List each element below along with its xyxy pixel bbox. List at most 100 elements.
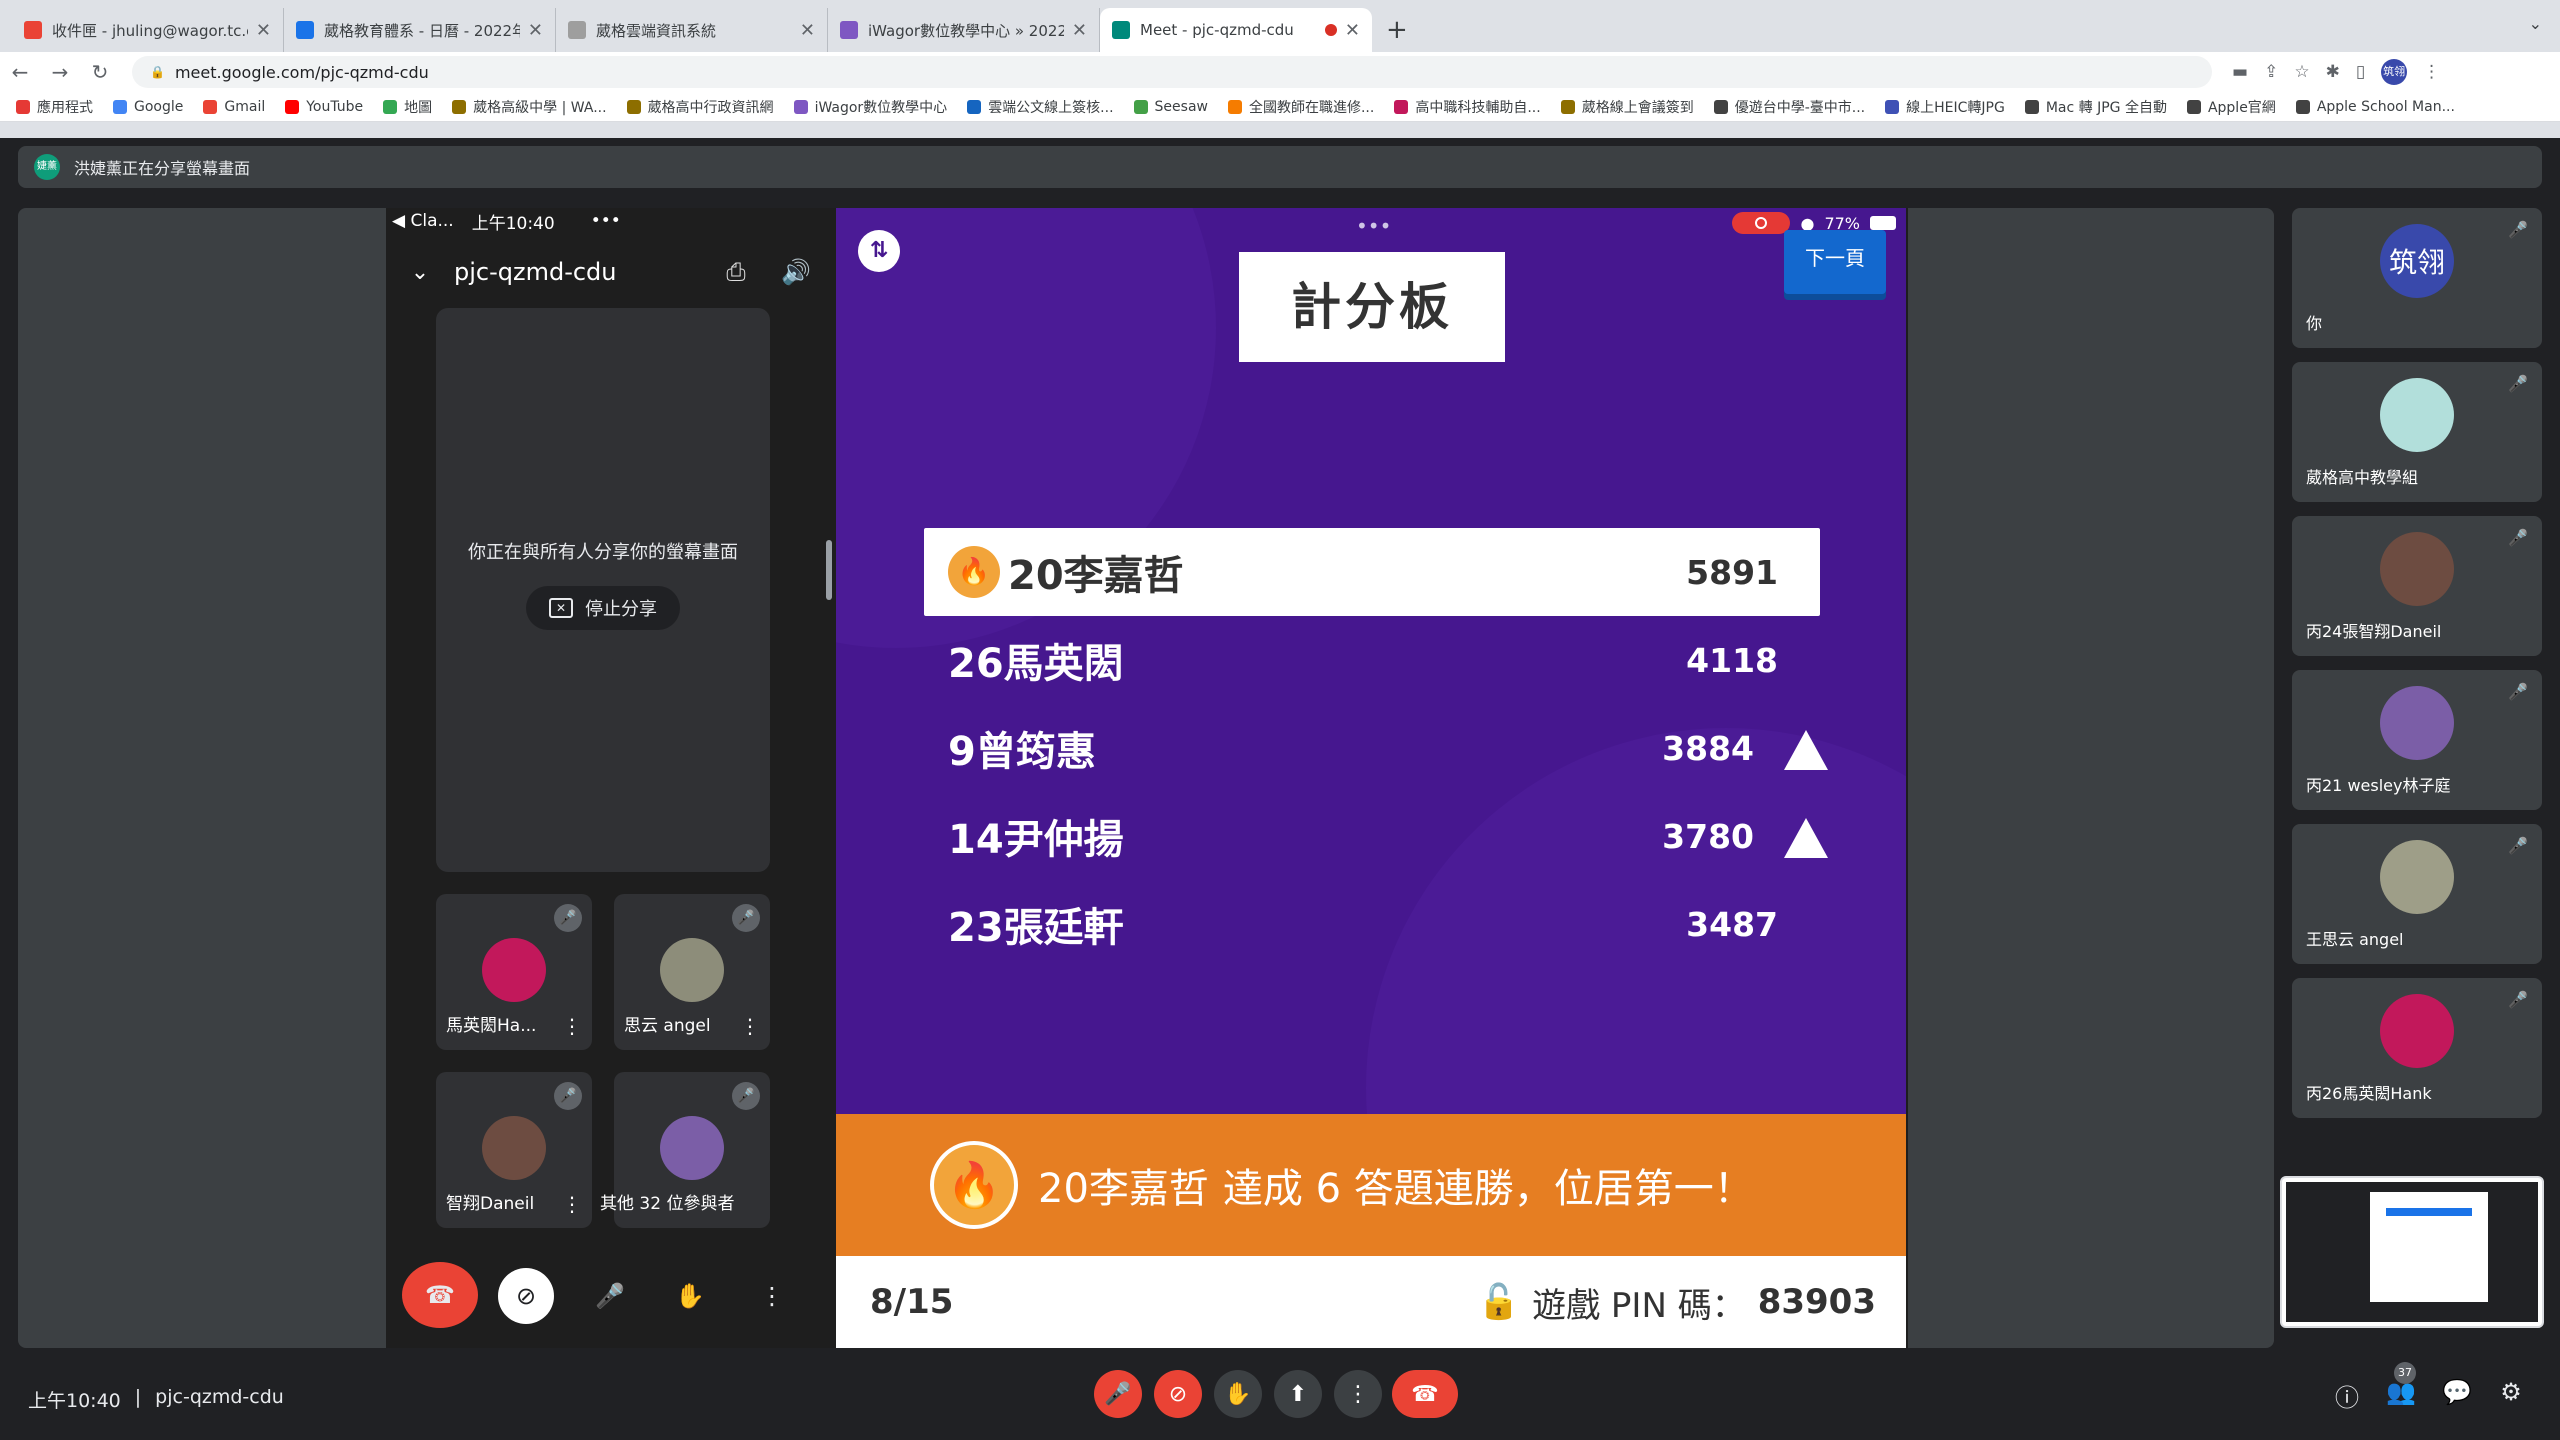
raise-hand-button[interactable]: ✋ [1214,1370,1262,1418]
sharing-text: 你正在與所有人分享你的螢幕畫面 [468,542,738,563]
tab-title: Meet - pjc-qzmd-cdu [1140,21,1294,39]
tab-iwagor[interactable]: iWagor數位教學中心 » 2022年... ✕ [828,8,1100,52]
bookmark-item[interactable]: 高中職科技輔助自... [1394,97,1541,117]
pin-label: 遊戲 PIN 碼： [1532,1285,1746,1326]
tab-bar: 收件匣 - jhuling@wagor.tc.edu... ✕ 葳格教育體系 -… [0,0,2560,52]
mobile-hangup-icon: ☎ [402,1262,478,1328]
menu-icon[interactable]: ⋮ [2423,62,2440,82]
close-icon[interactable]: ✕ [1072,20,1087,41]
participant-name: 丙26馬英閎Hank [2306,1084,2432,1103]
tab-meet[interactable]: Meet - pjc-qzmd-cdu ✕ [1100,8,1372,52]
more-icon: ⋮ [740,1014,760,1038]
sidebar-icon[interactable]: ▯ [2356,62,2365,82]
player-name: 26馬英閎 [948,641,1124,687]
profile-avatar[interactable]: 筑翎 [2381,59,2408,85]
mobile-time: 上午10:40 [471,213,555,234]
tab-calendar[interactable]: 葳格教育體系 - 日曆 - 2022年5... ✕ [284,8,556,52]
player-name: 14尹仲揚 [948,817,1124,863]
mic-off-button[interactable]: 🎤 [1094,1370,1142,1418]
player-name: 9曾筠惠 [948,729,1096,775]
mobile-tile: 🎤 馬英閎Ha... ⋮ [436,894,592,1050]
sharing-notice: 你正在與所有人分享你的螢幕畫面 ✕ 停止分享 [436,308,770,872]
bookmark-label: iWagor數位教學中心 [814,99,948,116]
bookmark-item[interactable]: 線上HEIC轉JPG [1885,97,2005,117]
avatar [660,938,724,1002]
camera-icon[interactable]: ▬ [2232,62,2248,82]
participant-name: 王思云 angel [2306,930,2404,949]
extensions-icon[interactable]: ✱ [2326,62,2340,82]
mic-off-icon: 🎤 [2508,220,2528,239]
participant-tile[interactable]: 筑翎 🎤 你 [2292,208,2542,348]
bookmark-item[interactable]: Seesaw [1133,99,1208,115]
bookmark-item[interactable]: Mac 轉 JPG 全自動 [2024,97,2167,117]
camera-switch-icon: ⎙ [726,258,746,286]
bookmark-item[interactable]: 地圖 [383,97,432,117]
new-tab-button[interactable]: + [1386,8,1408,52]
mobile-camera-off-icon: ⊘ [498,1268,554,1324]
back-icon[interactable]: ← [0,60,40,84]
participant-tile[interactable]: 🎤 丙24張智翔Daneil [2292,516,2542,656]
participant-name: 其他 32 位參與者 [600,1194,735,1214]
bookmark-icon [2295,99,2310,114]
meet-icon [1112,21,1130,39]
forward-icon[interactable]: → [40,60,80,84]
self-preview[interactable] [2280,1176,2544,1328]
reload-icon[interactable]: ↻ [80,60,120,84]
close-icon[interactable]: ✕ [800,20,815,41]
mic-off-icon: 🎤 [2508,836,2528,855]
chat-icon[interactable]: 💬 [2440,1378,2474,1406]
close-icon[interactable]: ✕ [1345,20,1360,41]
mic-off-icon: 🎤 [2508,682,2528,701]
bookmark-item[interactable]: YouTube [285,99,363,115]
bookmark-item[interactable]: 葳格高中行政資訊網 [626,97,774,117]
participant-tile[interactable]: 🎤 王思云 angel [2292,824,2542,964]
bookmark-item[interactable]: 雲端公文線上簽核... [967,97,1114,117]
tab-cloud-system[interactable]: 葳格雲端資訊系統 ✕ [556,8,828,52]
info-icon[interactable]: ⓘ [2330,1378,2364,1413]
share-icon[interactable]: ⇪ [2264,62,2278,82]
flame-icon: 🔥 [930,1141,1018,1229]
participant-tile[interactable]: 🎤 丙26馬英閎Hank [2292,978,2542,1118]
game-pin: 🔓 遊戲 PIN 碼： 83903 [1478,1278,1876,1327]
bookmark-item[interactable]: Google [113,99,183,115]
bookmark-item[interactable]: 葳格高級中學 | WA... [452,97,607,117]
mobile-tile: 🎤 思云 angel ⋮ [614,894,770,1050]
camera-off-button[interactable]: ⊘ [1154,1370,1202,1418]
bookmark-label: 應用程式 [37,99,93,116]
lock-icon: 🔓 [1477,1282,1521,1322]
bookmark-label: YouTube [306,98,364,115]
activities-icon[interactable]: ⚙ [2494,1378,2528,1406]
bookmark-item[interactable]: 葳格線上會議簽到 [1560,97,1694,117]
leave-call-button[interactable]: ☎ [1392,1370,1458,1418]
bookmark-item[interactable]: 優遊台中學-臺中市... [1713,97,1865,117]
avatar [2380,378,2454,452]
bookmark-icon [452,99,467,114]
more-options-button[interactable]: ⋮ [1334,1370,1382,1418]
address-bar[interactable]: 🔒 meet.google.com/pjc-qzmd-cdu [132,56,2212,88]
bookmark-item[interactable]: 應用程式 [16,97,93,117]
settings-icon: ⇅ [858,230,900,272]
star-icon[interactable]: ☆ [2294,62,2309,82]
tab-search-icon[interactable]: ⌄ [2529,14,2542,33]
leaderboard: 🔥 20李嘉哲 5891 26馬英閎 4118 9曾筠惠 3884 14尹仲揚 … [924,528,1828,968]
present-button[interactable]: ⬆ [1274,1370,1322,1418]
presenter-text: 洪婕薰正在分享螢幕畫面 [74,159,251,178]
bookmark-item[interactable]: iWagor數位教學中心 [793,97,948,117]
bookmark-item[interactable]: Apple School Man... [2295,99,2455,115]
avatar [482,1116,546,1180]
bookmark-icon [383,99,398,114]
tab-gmail[interactable]: 收件匣 - jhuling@wagor.tc.edu... ✕ [12,8,284,52]
gmail-icon [24,21,42,39]
bookmark-item[interactable]: Gmail [203,99,265,115]
close-icon[interactable]: ✕ [256,20,271,41]
kahoot-scoreboard: ⇅ ••• ● 77% 計分板 下一頁 🔥 20李嘉哲 5891 26馬英閎 4… [836,208,1906,1348]
bookmark-item[interactable]: Apple官網 [2186,97,2276,117]
bookmark-label: 葳格高級中學 | WA... [473,99,607,116]
rank-up-icon [1784,818,1828,858]
bookmark-item[interactable]: 全國教師在職進修... [1227,97,1374,117]
avatar [2380,840,2454,914]
player-score: 3780 [1662,816,1754,856]
close-icon[interactable]: ✕ [528,20,543,41]
participant-tile[interactable]: 🎤 葳格高中教學組 [2292,362,2542,502]
participant-tile[interactable]: 🎤 丙21 wesley林子庭 [2292,670,2542,810]
